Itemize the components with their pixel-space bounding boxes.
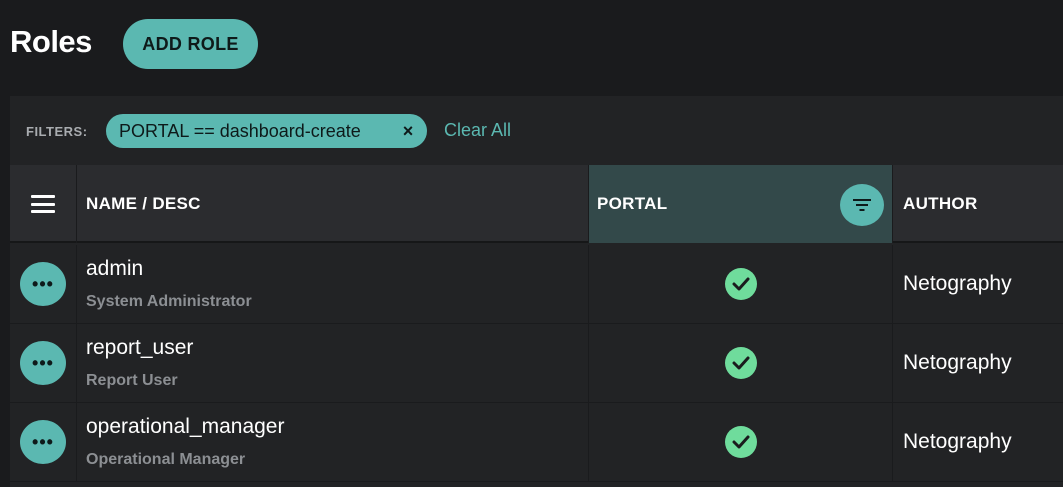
column-header-author[interactable]: AUTHOR — [893, 165, 1063, 243]
table-header: NAME / DESC PORTAL AUTHOR — [10, 165, 1063, 243]
filter-icon[interactable] — [840, 184, 884, 226]
check-circle-icon — [724, 426, 757, 458]
name-desc-cell: operational_manager Operational Manager — [77, 403, 589, 481]
role-name[interactable]: admin — [86, 257, 143, 281]
column-menu-header[interactable] — [10, 165, 77, 243]
hamburger-menu-icon[interactable] — [31, 195, 55, 213]
filter-chip-label: PORTAL == dashboard-create — [119, 120, 361, 141]
name-desc-cell: admin System Administrator — [77, 245, 589, 323]
table-row: ••• report_user Report User Netography — [10, 324, 1063, 403]
row-actions-cell: ••• — [10, 324, 77, 402]
table-row: ••• admin System Administrator Netograph… — [10, 245, 1063, 324]
author-cell: Netography — [903, 351, 1012, 374]
check-circle-icon — [724, 347, 757, 379]
page-title: Roles — [10, 24, 92, 59]
add-role-button[interactable]: ADD ROLE — [123, 19, 258, 69]
page-header: Roles ADD ROLE — [0, 0, 1063, 90]
author-cell: Netography — [903, 430, 1012, 453]
portal-cell — [589, 245, 893, 323]
role-description: Operational Manager — [86, 451, 246, 468]
column-header-portal-label: PORTAL — [597, 194, 668, 213]
row-actions-cell: ••• — [10, 245, 77, 323]
role-name[interactable]: operational_manager — [86, 415, 284, 439]
role-description: System Administrator — [86, 293, 252, 310]
role-description: Report User — [86, 372, 178, 389]
check-circle-icon — [724, 268, 757, 300]
table-row: ••• operational_manager Operational Mana… — [10, 403, 1063, 482]
name-desc-cell: report_user Report User — [77, 324, 589, 402]
filters-label: FILTERS: — [26, 124, 88, 139]
portal-cell — [589, 324, 893, 402]
row-actions-cell: ••• — [10, 403, 77, 481]
role-name[interactable]: report_user — [86, 336, 193, 360]
column-header-portal[interactable]: PORTAL — [589, 165, 893, 243]
column-header-name[interactable]: NAME / DESC — [77, 165, 589, 243]
roles-table-panel: FILTERS: PORTAL == dashboard-create × Cl… — [10, 96, 1063, 487]
clear-all-link[interactable]: Clear All — [444, 120, 511, 141]
more-horizontal-icon[interactable]: ••• — [20, 420, 66, 464]
more-horizontal-icon[interactable]: ••• — [20, 341, 66, 385]
more-horizontal-icon[interactable]: ••• — [20, 262, 66, 306]
portal-cell — [589, 403, 893, 481]
close-icon[interactable]: × — [399, 121, 417, 142]
filter-chip-portal[interactable]: PORTAL == dashboard-create × — [106, 114, 427, 148]
author-cell: Netography — [903, 272, 1012, 295]
filters-bar: FILTERS: PORTAL == dashboard-create × Cl… — [10, 96, 1063, 164]
